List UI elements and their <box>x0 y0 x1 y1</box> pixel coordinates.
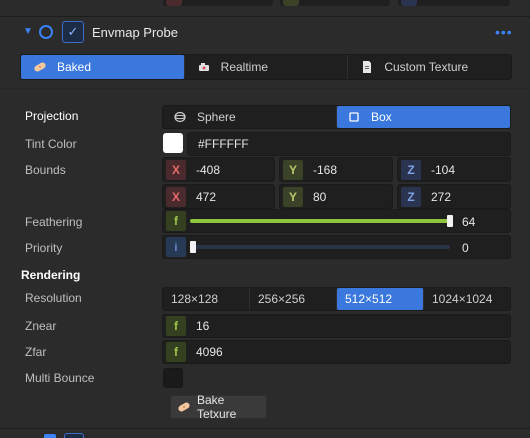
option-label: 512×512 <box>345 292 393 306</box>
document-icon <box>360 61 374 73</box>
resolution-option-128[interactable]: 128×128 <box>163 288 250 310</box>
float-type-badge: f <box>166 316 186 336</box>
tab-realtime[interactable]: Realtime <box>185 55 349 79</box>
projection-selector: Sphere Box <box>162 105 511 129</box>
y-axis-label: Y <box>283 159 303 180</box>
section-divider <box>0 88 530 89</box>
resolution-option-256[interactable]: 256×256 <box>250 288 337 310</box>
x-axis-tag <box>166 0 182 6</box>
tint-color-label: Tint Color <box>25 137 77 151</box>
z-axis-label: Z <box>401 159 421 180</box>
projection-option-box[interactable]: Box <box>337 106 510 128</box>
bake-texture-button[interactable]: Bake Tetxure <box>170 393 267 421</box>
bake-mode-tabs: Baked Realtime Custom Texture <box>20 54 512 80</box>
bounds-max-z-field[interactable]: Z 272 <box>397 184 511 209</box>
bounds-max-x-value: 472 <box>196 189 217 204</box>
component-status-icon <box>44 434 56 438</box>
bounds-max-y-value: 80 <box>313 189 327 204</box>
resolution-option-512[interactable]: 512×512 <box>337 288 424 310</box>
znear-value: 16 <box>196 319 210 333</box>
priority-slider-handle[interactable] <box>190 241 196 253</box>
feathering-label: Feathering <box>25 215 83 229</box>
bounds-min-y-value: -168 <box>313 162 338 177</box>
bounds-max-y-field[interactable]: Y 80 <box>279 184 393 209</box>
bounds-min-z-field[interactable]: Z -104 <box>397 157 511 182</box>
znear-field[interactable]: f 16 <box>162 314 511 338</box>
component-status-icon <box>39 25 53 39</box>
rendering-section-title: Rendering <box>21 268 81 282</box>
previous-property-row <box>0 0 530 8</box>
z-axis-label: Z <box>401 186 421 207</box>
option-label: 1024×1024 <box>432 292 493 306</box>
float-type-badge: f <box>166 211 186 231</box>
resolution-selector: 128×128 256×256 512×512 1024×1024 <box>162 287 511 311</box>
option-label: 256×256 <box>258 292 306 306</box>
option-label: 128×128 <box>171 292 219 306</box>
int-type-badge: i <box>166 237 186 257</box>
bandage-icon <box>33 61 47 73</box>
z-axis-tag <box>401 0 417 6</box>
feathering-slider-handle[interactable] <box>447 215 453 227</box>
zfar-value: 4096 <box>196 345 223 359</box>
float-type-badge: f <box>166 342 186 362</box>
feathering-slider-fill <box>190 219 450 223</box>
enabled-checkbox[interactable] <box>64 433 84 438</box>
camera-icon <box>197 61 211 73</box>
box-icon <box>347 111 361 123</box>
priority-value: 0 <box>462 241 469 255</box>
tab-label: Realtime <box>220 60 269 74</box>
multi-bounce-label: Multi Bounce <box>25 371 95 385</box>
projection-label: Projection <box>25 109 79 123</box>
znear-label: Znear <box>25 319 57 333</box>
multi-bounce-checkbox[interactable] <box>163 368 183 388</box>
bounds-max-x-field[interactable]: X 472 <box>162 184 275 209</box>
x-axis-label: X <box>166 159 186 180</box>
chevron-down-icon[interactable]: ▼ <box>23 27 33 37</box>
enabled-checkbox[interactable]: ✓ <box>62 21 84 43</box>
bake-texture-label: Bake Tetxure <box>197 393 237 421</box>
option-label: Sphere <box>197 110 236 124</box>
priority-slider-track <box>190 245 450 249</box>
feathering-value: 64 <box>462 215 476 229</box>
tint-color-value: #FFFFFF <box>198 137 249 151</box>
priority-label: Priority <box>25 241 63 255</box>
bounds-min-z-value: -104 <box>431 162 456 177</box>
next-component-header <box>0 428 530 438</box>
resolution-label: Resolution <box>25 291 82 305</box>
sphere-icon <box>173 111 187 123</box>
bounds-label: Bounds <box>25 163 66 177</box>
tab-label: Baked <box>57 60 92 74</box>
resolution-option-1024[interactable]: 1024×1024 <box>424 288 510 310</box>
y-axis-label: Y <box>283 186 303 207</box>
bounds-min-x-field[interactable]: X -408 <box>162 157 275 182</box>
x-axis-label: X <box>166 186 186 207</box>
component-title: Envmap Probe <box>92 25 178 40</box>
bounds-min-x-value: -408 <box>196 162 221 177</box>
tab-custom-texture[interactable]: Custom Texture <box>348 55 511 79</box>
y-axis-tag <box>283 0 299 6</box>
bounds-max-z-value: 272 <box>431 189 452 204</box>
zfar-field[interactable]: f 4096 <box>162 340 511 364</box>
tint-color-hex-field[interactable]: #FFFFFF <box>187 132 511 156</box>
bandage-icon <box>177 401 191 413</box>
tint-color-swatch[interactable] <box>163 133 183 153</box>
projection-option-sphere[interactable]: Sphere <box>163 106 337 128</box>
tab-label: Custom Texture <box>384 60 469 74</box>
tab-baked[interactable]: Baked <box>21 55 185 79</box>
more-options-icon[interactable]: ••• <box>495 24 513 40</box>
zfar-label: Zfar <box>25 345 47 359</box>
bounds-min-y-field[interactable]: Y -168 <box>279 157 393 182</box>
option-label: Box <box>371 110 392 124</box>
